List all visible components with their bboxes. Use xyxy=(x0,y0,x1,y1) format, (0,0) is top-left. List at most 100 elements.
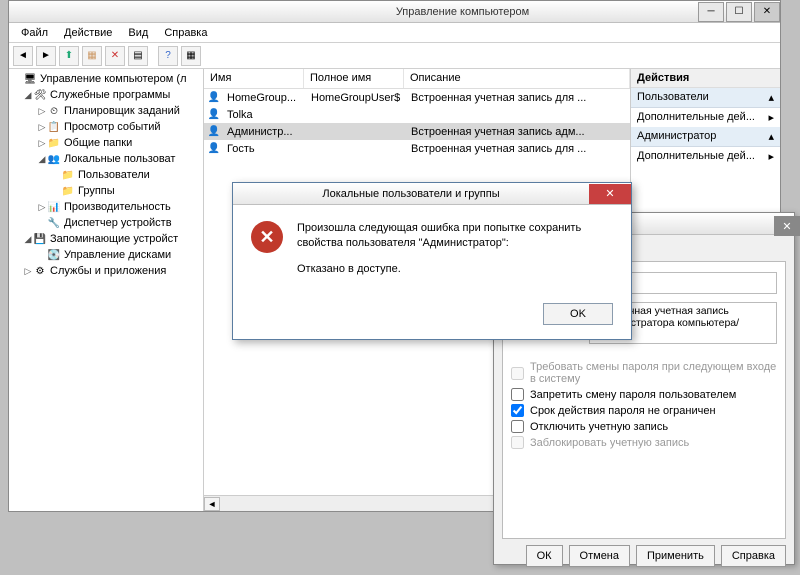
tree-local-users[interactable]: ◢👥Локальные пользоват xyxy=(9,151,203,167)
ok-button[interactable]: ОК xyxy=(526,545,563,567)
tree-users[interactable]: 📁Пользователи xyxy=(9,167,203,183)
tree-label: Общие папки xyxy=(64,137,132,149)
chevron-right-icon: ▸ xyxy=(768,150,774,163)
close-button[interactable]: ✕ xyxy=(754,2,780,22)
list-row-selected[interactable]: 👤Администр...Встроенная учетная запись а… xyxy=(204,123,630,140)
actions-group-label: Пользователи xyxy=(637,91,709,104)
tree-device-manager[interactable]: 🔧Диспетчер устройств xyxy=(9,215,203,231)
apply-button[interactable]: Применить xyxy=(636,545,715,567)
tree-label: Просмотр событий xyxy=(64,121,161,133)
storage-icon: 💾 xyxy=(33,232,47,246)
tree-storage[interactable]: ◢💾Запоминающие устройст xyxy=(9,231,203,247)
services-icon: ⚙ xyxy=(33,264,47,278)
menu-action[interactable]: Действие xyxy=(56,25,120,41)
menu-view[interactable]: Вид xyxy=(120,25,156,41)
actions-more-link[interactable]: Дополнительные дей... ▸ xyxy=(631,147,780,166)
actions-link-label: Дополнительные дей... xyxy=(637,111,755,124)
chevron-right-icon: ▸ xyxy=(768,111,774,124)
scroll-left-icon[interactable]: ◄ xyxy=(204,497,220,511)
checkbox-disabled[interactable]: Отключить учетную запись xyxy=(511,420,777,433)
toolbar: ◄ ► ⬆ ▦ ✕ ▤ ? ▦ xyxy=(9,43,780,69)
cell-desc: Встроенная учетная запись для ... xyxy=(405,142,630,156)
checkbox-never-expires[interactable]: Срок действия пароля не ограничен xyxy=(511,404,777,417)
external-close-button[interactable]: ✕ xyxy=(774,216,800,236)
tree-root-label: Управление компьютером (л xyxy=(40,73,187,85)
cell-desc xyxy=(405,114,630,116)
checkbox-must-change: Требовать смены пароля при следующем вхо… xyxy=(511,361,777,385)
tree-label: Служебные программы xyxy=(50,89,170,101)
actions-group-admin[interactable]: Администратор▴ xyxy=(631,127,780,147)
menubar: Файл Действие Вид Справка xyxy=(9,23,780,43)
back-icon[interactable]: ◄ xyxy=(13,46,33,66)
list-row[interactable]: 👤HomeGroup...HomeGroupUser$Встроенная уч… xyxy=(204,89,630,106)
delete-icon[interactable]: ✕ xyxy=(105,46,125,66)
folder-icon: 📁 xyxy=(61,184,75,198)
menu-help[interactable]: Справка xyxy=(156,25,215,41)
tree-label: Планировщик заданий xyxy=(64,105,180,117)
cancel-button[interactable]: Отмена xyxy=(569,545,630,567)
error-titlebar: Локальные пользователи и группы ✕ xyxy=(233,183,631,205)
tree-shared-folders[interactable]: ▷📁Общие папки xyxy=(9,135,203,151)
refresh-icon[interactable]: ▦ xyxy=(181,46,201,66)
cell-full xyxy=(305,148,405,150)
ok-button[interactable]: OK xyxy=(543,303,613,325)
tree-performance[interactable]: ▷📊Производительность xyxy=(9,199,203,215)
tree-panel: 🖥Управление компьютером (л ◢🛠Служебные п… xyxy=(9,69,204,511)
tree-root[interactable]: 🖥Управление компьютером (л xyxy=(9,71,203,87)
tree-groups[interactable]: 📁Группы xyxy=(9,183,203,199)
error-icon: ✕ xyxy=(251,221,283,253)
window-title: Управление компьютером xyxy=(229,6,696,18)
col-description[interactable]: Описание xyxy=(404,69,630,88)
collapse-icon: ▴ xyxy=(768,130,774,143)
titlebar: Управление компьютером ─ ☐ ✕ xyxy=(9,1,780,23)
actions-more-link[interactable]: Дополнительные дей... ▸ xyxy=(631,108,780,127)
clock-icon: ⏲ xyxy=(47,104,61,118)
tree-event-viewer[interactable]: ▷📋Просмотр событий xyxy=(9,119,203,135)
checkbox-input[interactable] xyxy=(511,420,524,433)
tree-label: Службы и приложения xyxy=(50,265,166,277)
perf-icon: 📊 xyxy=(47,200,61,214)
folder-icon[interactable]: ▦ xyxy=(82,46,102,66)
tree-services-apps[interactable]: ▷⚙Службы и приложения xyxy=(9,263,203,279)
list-header: Имя Полное имя Описание xyxy=(204,69,630,89)
checkbox-input[interactable] xyxy=(511,404,524,417)
tree-task-scheduler[interactable]: ▷⏲Планировщик заданий xyxy=(9,103,203,119)
checkbox-cannot-change[interactable]: Запретить смену пароля пользователем xyxy=(511,388,777,401)
minimize-button[interactable]: ─ xyxy=(698,2,724,22)
actions-link-label: Дополнительные дей... xyxy=(637,150,755,163)
checkbox-label: Требовать смены пароля при следующем вхо… xyxy=(530,361,777,385)
list-row[interactable]: 👤ГостьВстроенная учетная запись для ... xyxy=(204,140,630,157)
checkbox-label: Запретить смену пароля пользователем xyxy=(530,389,736,401)
user-icon: 👤 xyxy=(207,142,221,156)
cell-desc: Встроенная учетная запись адм... xyxy=(405,125,630,139)
maximize-button[interactable]: ☐ xyxy=(726,2,752,22)
properties-button-row: ОК Отмена Применить Справка xyxy=(494,539,794,573)
folder-icon: 📁 xyxy=(61,168,75,182)
tree-system-tools[interactable]: ◢🛠Служебные программы xyxy=(9,87,203,103)
help-icon[interactable]: ? xyxy=(158,46,178,66)
tree-disk-management[interactable]: 💽Управление дисками xyxy=(9,247,203,263)
checkbox-locked: Заблокировать учетную запись xyxy=(511,436,777,449)
col-fullname[interactable]: Полное имя xyxy=(304,69,404,88)
device-icon: 🔧 xyxy=(47,216,61,230)
collapse-icon: ▴ xyxy=(768,91,774,104)
tools-icon: 🛠 xyxy=(33,88,47,102)
tree-label: Пользователи xyxy=(78,169,150,181)
menu-file[interactable]: Файл xyxy=(13,25,56,41)
users-icon: 👥 xyxy=(47,152,61,166)
help-button[interactable]: Справка xyxy=(721,545,786,567)
tree-label: Запоминающие устройст xyxy=(50,233,178,245)
cell-full xyxy=(305,114,405,116)
close-button[interactable]: ✕ xyxy=(589,184,631,204)
list-row[interactable]: 👤Tolka xyxy=(204,106,630,123)
forward-icon[interactable]: ► xyxy=(36,46,56,66)
user-icon: 👤 xyxy=(207,91,221,105)
properties-icon[interactable]: ▤ xyxy=(128,46,148,66)
up-icon[interactable]: ⬆ xyxy=(59,46,79,66)
tree-label: Производительность xyxy=(64,201,171,213)
col-name[interactable]: Имя xyxy=(204,69,304,88)
error-dialog: Локальные пользователи и группы ✕ ✕ Прои… xyxy=(232,182,632,340)
checkbox-input[interactable] xyxy=(511,388,524,401)
share-icon: 📁 xyxy=(47,136,61,150)
actions-group-users[interactable]: Пользователи ▴ xyxy=(631,88,780,108)
